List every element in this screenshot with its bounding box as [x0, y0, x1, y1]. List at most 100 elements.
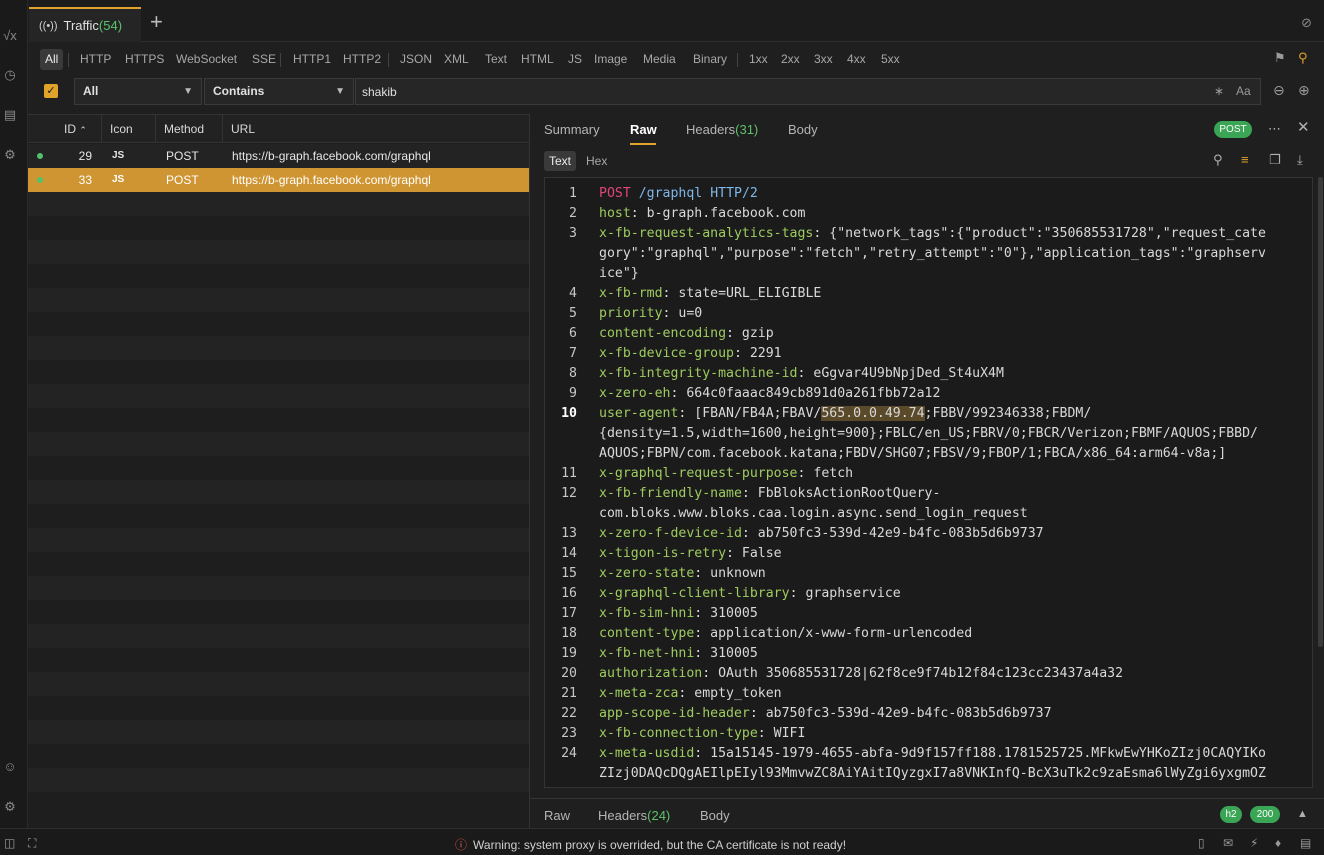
- filter-image[interactable]: Image: [589, 49, 632, 70]
- filter-http2[interactable]: HTTP2: [338, 49, 386, 70]
- column-id-label: ID: [64, 122, 76, 136]
- filter-media[interactable]: Media: [638, 49, 681, 70]
- warning-message[interactable]: ⓘ Warning: system proxy is overrided, but…: [455, 836, 846, 853]
- regex-icon[interactable]: ∗: [1214, 84, 1224, 98]
- filter-xml[interactable]: XML: [439, 49, 474, 70]
- table-row[interactable]: 29 JS POST https://b-graph.facebook.com/gra…: [28, 144, 529, 168]
- sort-asc-icon: ⌃: [79, 125, 87, 135]
- tab-summary[interactable]: Summary: [544, 122, 600, 137]
- operator-select[interactable]: Contains ▼: [204, 78, 354, 105]
- subtab-text[interactable]: Text: [544, 151, 577, 171]
- raw-request-viewer[interactable]: 1 POST /graphql HTTP/2 2 host: b-graph.face…: [544, 177, 1313, 788]
- detail-pane: Summary Raw Headers(31) Body POST ⋯ ✕ Te…: [530, 114, 1324, 828]
- filter-js[interactable]: JS: [563, 49, 587, 70]
- search-input[interactable]: [355, 78, 1261, 105]
- response-tab-raw[interactable]: Raw: [544, 808, 570, 823]
- layout-icon[interactable]: ▤: [1300, 836, 1311, 850]
- header-value: /graphql: [638, 186, 703, 201]
- bookmark-icon[interactable]: ⚑: [1274, 51, 1286, 65]
- filter-https[interactable]: HTTPS: [120, 49, 169, 70]
- table-row[interactable]: 33 JS POST https://b-graph.facebook.com/gra…: [28, 168, 529, 192]
- line-text: x-fb-net-hni: 310005: [599, 646, 1309, 661]
- empty-row: [28, 480, 529, 504]
- add-filter-icon[interactable]: ⊕: [1298, 83, 1310, 97]
- header-value: : fetch: [797, 466, 854, 481]
- filter-3xx[interactable]: 3xx: [809, 49, 838, 70]
- tab-body[interactable]: Body: [788, 122, 818, 137]
- remove-filter-icon[interactable]: ⊖: [1273, 83, 1285, 97]
- filter-binary[interactable]: Binary: [688, 49, 732, 70]
- filter-1xx[interactable]: 1xx: [744, 49, 773, 70]
- scope-select[interactable]: All ▼: [74, 78, 202, 105]
- search-icon[interactable]: ⚲: [1298, 51, 1308, 65]
- tab-headers[interactable]: Headers(31): [686, 122, 758, 137]
- bell-icon[interactable]: ♦: [1275, 836, 1281, 850]
- empty-row: [28, 696, 529, 720]
- cell-url: https://b-graph.facebook.com/graphql: [232, 149, 431, 163]
- column-icon[interactable]: Icon: [102, 115, 156, 143]
- header-key: x-zero-eh: [599, 386, 671, 401]
- tools-icon[interactable]: ⚙: [2, 147, 18, 163]
- filter-4xx[interactable]: 4xx: [842, 49, 871, 70]
- line-text: x-fb-friendly-name: FbBloksActionRootQue…: [599, 486, 1309, 501]
- line-text: x-fb-sim-hni: 310005: [599, 606, 1309, 621]
- line-number: 6: [569, 326, 577, 341]
- close-icon[interactable]: ✕: [1297, 120, 1310, 135]
- add-tab-button[interactable]: +: [150, 11, 163, 33]
- column-method[interactable]: Method: [156, 115, 223, 143]
- tab-traffic[interactable]: ((•)) Traffic(54): [29, 7, 141, 42]
- line-text: AQUOS;FBPN/com.facebook.katana;FBDV/SHG0…: [599, 446, 1309, 461]
- fullscreen-icon[interactable]: ⛶: [28, 836, 36, 850]
- sidebar-toggle-icon[interactable]: ◫: [4, 836, 15, 850]
- header-value: [631, 186, 639, 201]
- no-proxy-icon[interactable]: ⊘: [1301, 15, 1312, 31]
- import-icon[interactable]: ▯: [1198, 836, 1205, 850]
- response-tab-body[interactable]: Body: [700, 808, 730, 823]
- filter-json[interactable]: JSON: [395, 49, 437, 70]
- header-value: : 310005: [694, 646, 758, 661]
- filter-2xx[interactable]: 2xx: [776, 49, 805, 70]
- case-sensitive-toggle[interactable]: Aa: [1236, 84, 1251, 98]
- sqrt-icon[interactable]: √x: [2, 28, 18, 44]
- filter-5xx[interactable]: 5xx: [876, 49, 905, 70]
- column-url[interactable]: URL: [223, 115, 529, 143]
- history-icon[interactable]: ◷: [2, 67, 18, 83]
- word-wrap-icon[interactable]: ≡: [1241, 153, 1249, 167]
- script-icon[interactable]: ▤: [2, 107, 18, 123]
- response-tab-headers[interactable]: Headers(24): [598, 808, 670, 823]
- header-value: : state=URL_ELIGIBLE: [662, 286, 822, 301]
- scrollbar[interactable]: [1318, 177, 1323, 647]
- line-text: authorization: OAuth 350685531728|62f8ce…: [599, 666, 1309, 681]
- line-text: x-meta-zca: empty_token: [599, 686, 1309, 701]
- header-key: x-fb-friendly-name: [599, 486, 742, 501]
- filter-text[interactable]: Text: [480, 49, 512, 70]
- filter-enabled-checkbox[interactable]: ✓: [44, 84, 58, 98]
- line-number: 16: [561, 586, 577, 601]
- filter-websocket[interactable]: WebSocket: [171, 49, 242, 70]
- empty-row: [28, 432, 529, 456]
- subtab-hex[interactable]: Hex: [581, 151, 612, 171]
- download-icon[interactable]: ⤓: [1297, 153, 1303, 167]
- filter-http[interactable]: HTTP: [75, 49, 116, 70]
- filter-sse[interactable]: SSE: [247, 49, 281, 70]
- header-value: : WIFI: [757, 726, 806, 741]
- comment-icon[interactable]: ✉: [1223, 836, 1233, 850]
- filter-bar: All HTTP HTTPS WebSocket SSE HTTP1 HTTP2…: [28, 45, 1324, 73]
- filter-http1[interactable]: HTTP1: [288, 49, 336, 70]
- tab-raw[interactable]: Raw: [630, 122, 657, 137]
- bolt-icon[interactable]: ⚡: [1250, 836, 1258, 850]
- method-badge: POST: [1214, 121, 1252, 138]
- header-value: [702, 186, 710, 201]
- settings-icon[interactable]: ⚙: [2, 799, 18, 815]
- line-text: x-graphql-client-library: graphservice: [599, 586, 1309, 601]
- header-value: : ab750fc3-539d-42e9-b4fc-083b5d6b9737: [741, 526, 1044, 541]
- search-icon[interactable]: ⚲: [1213, 153, 1223, 167]
- tab-bar: ((•)) Traffic(54) + ⊘: [28, 0, 1324, 42]
- more-icon[interactable]: ⋯: [1268, 122, 1281, 136]
- chevron-up-icon[interactable]: ▲: [1297, 807, 1308, 821]
- filter-all[interactable]: All: [40, 49, 64, 70]
- copy-icon[interactable]: ❐: [1269, 153, 1281, 167]
- user-icon[interactable]: ☺: [2, 759, 18, 775]
- filter-html[interactable]: HTML: [516, 49, 559, 70]
- column-id[interactable]: ID ⌃: [56, 115, 102, 143]
